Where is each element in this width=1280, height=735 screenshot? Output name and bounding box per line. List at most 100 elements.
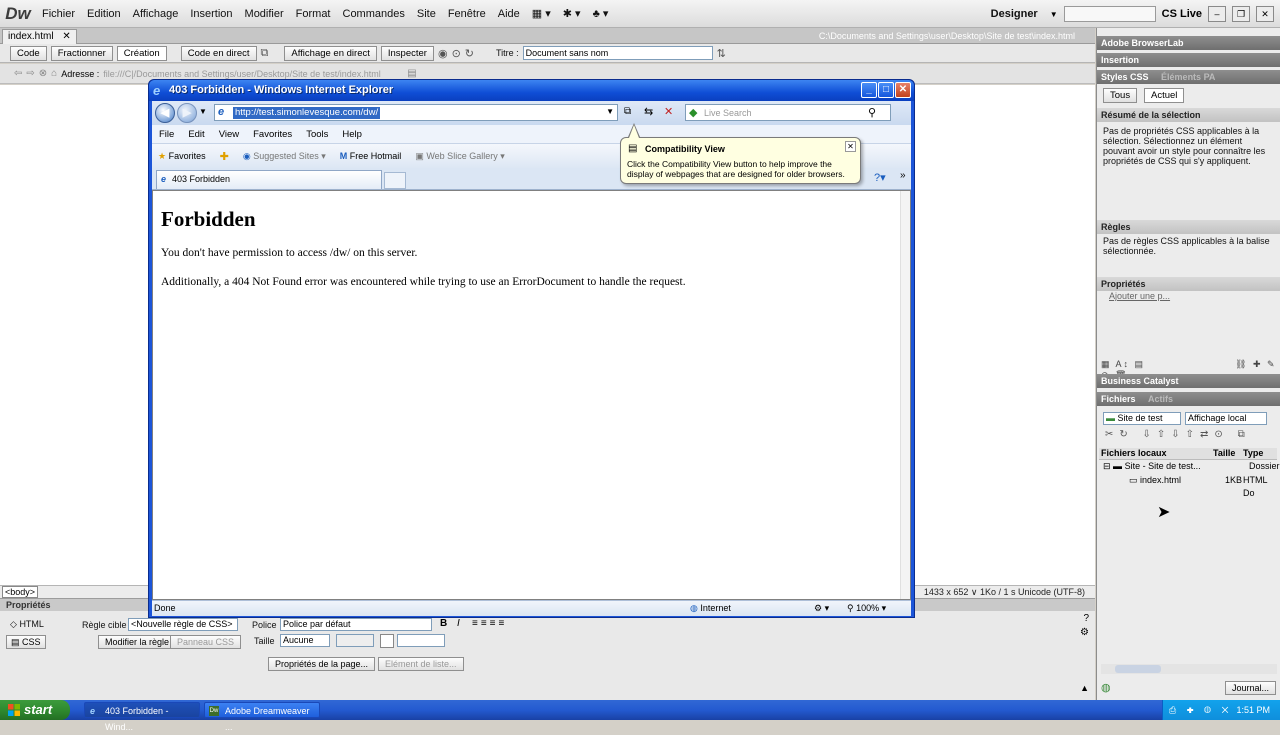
- file-mgmt-icon[interactable]: ⇅: [717, 47, 726, 60]
- target-rule-select[interactable]: <Nouvelle règle de CSS>: [128, 618, 238, 631]
- code-view-button[interactable]: Code: [10, 45, 47, 61]
- refresh-icon[interactable]: ⇆: [644, 105, 653, 118]
- compat-close-icon[interactable]: ✕: [845, 141, 856, 152]
- web-slice-gallery-link[interactable]: ▣ Web Slice Gallery ▾: [415, 151, 504, 162]
- url-dropdown-icon[interactable]: ▼: [606, 107, 614, 116]
- split-view-button[interactable]: Fractionner: [50, 45, 113, 61]
- maximize-icon[interactable]: ❐: [1232, 6, 1250, 22]
- close-icon[interactable]: ✕: [1256, 6, 1274, 22]
- workspace-switcher[interactable]: Designer: [985, 0, 1044, 28]
- menu-fenetre[interactable]: Fenêtre: [442, 0, 492, 28]
- ie-minimize-icon[interactable]: _: [861, 82, 877, 98]
- free-hotmail-link[interactable]: M Free Hotmail: [340, 151, 402, 161]
- list-item-button[interactable]: Elément de liste...: [378, 657, 464, 671]
- files-col-type[interactable]: Type: [1243, 448, 1263, 458]
- add-favorite-icon[interactable]: ✚: [220, 150, 229, 163]
- files-hscrollbar[interactable]: [1101, 664, 1277, 674]
- ie-search-box[interactable]: ◆ Live Search ⚲: [685, 104, 891, 121]
- refresh-files-icon[interactable]: ◍: [1101, 681, 1111, 694]
- edit-rule-button[interactable]: Modifier la règle: [98, 635, 177, 649]
- multiscreen-icon[interactable]: ⧉: [261, 47, 269, 60]
- site-select[interactable]: ▬ Site de test: [1103, 412, 1181, 425]
- close-tab-icon[interactable]: ✕: [62, 31, 70, 42]
- color-swatch[interactable]: [380, 634, 394, 648]
- design-view-button[interactable]: Création: [116, 45, 167, 61]
- bold-icon[interactable]: B: [440, 618, 447, 629]
- start-button[interactable]: start: [0, 700, 70, 720]
- ie-close-icon[interactable]: ✕: [895, 82, 911, 98]
- recent-pages-icon[interactable]: ▼: [199, 107, 207, 116]
- suggested-sites-link[interactable]: ◉ Suggested Sites ▾: [243, 151, 326, 162]
- quick-tag-icon[interactable]: ⚙: [1080, 627, 1089, 638]
- add-property-link[interactable]: Ajouter une p...: [1109, 291, 1170, 301]
- ie-maximize-icon[interactable]: □: [878, 82, 894, 98]
- chevron-down-icon[interactable]: ▼: [1050, 10, 1058, 19]
- protected-mode-icon[interactable]: ⚙ ▾: [814, 603, 829, 614]
- ie-vertical-scrollbar[interactable]: [900, 191, 910, 599]
- check-page-icon[interactable]: ⊙: [452, 47, 461, 60]
- ie-menu-help[interactable]: Help: [342, 129, 362, 140]
- menu-aide[interactable]: Aide: [492, 0, 526, 28]
- layout-icon[interactable]: ▦ ▾: [526, 0, 557, 28]
- css-all-tab[interactable]: Tous: [1103, 88, 1138, 103]
- forward-icon[interactable]: ⇨: [26, 68, 34, 79]
- ie-titlebar[interactable]: e 403 Forbidden - Windows Internet Explo…: [149, 80, 914, 101]
- document-tab[interactable]: index.html ✕: [2, 29, 77, 44]
- more-tools-icon[interactable]: »: [900, 170, 906, 181]
- page-properties-button[interactable]: Propriétés de la page...: [268, 657, 376, 671]
- menu-modifier[interactable]: Modifier: [239, 0, 290, 28]
- task-ie[interactable]: e 403 Forbidden - Wind...: [84, 702, 200, 732]
- tray-icons[interactable]: ⎙ ✚ ◍ ✕: [1169, 705, 1232, 715]
- ie-url-text[interactable]: http://test.simonlevesque.com/dw/: [233, 107, 381, 119]
- scroll-thumb[interactable]: [1115, 665, 1161, 673]
- ie-menu-edit[interactable]: Edit: [188, 129, 204, 140]
- ie-menu-file[interactable]: File: [159, 129, 174, 140]
- color-input[interactable]: [397, 634, 445, 647]
- back-icon[interactable]: ⇦: [14, 68, 22, 79]
- collapse-arrow-icon[interactable]: ▲: [1080, 683, 1089, 693]
- files-tab[interactable]: Fichiers: [1101, 394, 1136, 404]
- insertion-header[interactable]: Insertion: [1097, 53, 1280, 67]
- minimize-icon[interactable]: –: [1208, 6, 1226, 22]
- menu-edition[interactable]: Edition: [81, 0, 127, 28]
- visual-aids-icon[interactable]: ▤: [407, 68, 416, 79]
- back-icon[interactable]: ◀: [155, 103, 175, 123]
- cs-live-button[interactable]: CS Live: [1162, 8, 1202, 20]
- stop-icon[interactable]: ⊗: [39, 68, 47, 79]
- favorites-button[interactable]: ★ Favorites: [158, 151, 206, 162]
- help-icon[interactable]: ?: [1083, 613, 1089, 624]
- task-dreamweaver[interactable]: Dw Adobe Dreamweaver ...: [204, 702, 320, 732]
- menu-insertion[interactable]: Insertion: [184, 0, 238, 28]
- size-unit-select[interactable]: [336, 634, 374, 647]
- files-col-size[interactable]: Taille: [1213, 448, 1235, 458]
- files-row-index[interactable]: ▭ index.html 1KB HTML Do: [1103, 474, 1279, 498]
- preview-globe-icon[interactable]: ◉: [438, 47, 448, 60]
- search-go-icon[interactable]: ⚲: [868, 106, 876, 119]
- files-col-name[interactable]: Fichiers locaux: [1101, 448, 1167, 458]
- menu-site[interactable]: Site: [411, 0, 442, 28]
- files-row-site[interactable]: ⊟ ▬ Site - Site de test... Dossier: [1103, 460, 1280, 473]
- home-icon[interactable]: ⌂: [51, 68, 57, 79]
- size-select[interactable]: Aucune: [280, 634, 330, 647]
- ie-menu-favorites[interactable]: Favorites: [253, 129, 292, 140]
- site-icon[interactable]: ♣ ▾: [587, 0, 615, 28]
- help-search-input[interactable]: [1063, 6, 1156, 22]
- ap-elements-tab[interactable]: Éléments PA: [1161, 72, 1215, 82]
- stop-icon[interactable]: ✕: [664, 105, 673, 118]
- browserlab-header[interactable]: Adobe BrowserLab: [1097, 36, 1280, 50]
- compatibility-view-balloon[interactable]: ▤ Compatibility View ✕ Click the Compati…: [620, 137, 861, 184]
- journal-button[interactable]: Journal...: [1225, 681, 1277, 695]
- html-mode-tab[interactable]: ◇ HTML: [10, 619, 44, 630]
- live-view-button[interactable]: Affichage en direct: [284, 45, 377, 61]
- refresh-icon[interactable]: ↻: [465, 47, 474, 60]
- view-select[interactable]: Affichage local: [1185, 412, 1267, 425]
- extend-icon[interactable]: ✱ ▾: [557, 0, 587, 28]
- menu-format[interactable]: Format: [290, 0, 337, 28]
- ie-tab[interactable]: e 403 Forbidden: [156, 170, 382, 189]
- new-tab-button[interactable]: [384, 172, 406, 189]
- ie-zoom-control[interactable]: ⚲ 100% ▾: [847, 603, 886, 614]
- css-styles-tab[interactable]: Styles CSS: [1101, 72, 1149, 82]
- menu-commandes[interactable]: Commandes: [337, 0, 411, 28]
- ie-menu-tools[interactable]: Tools: [306, 129, 328, 140]
- compatibility-view-icon[interactable]: ⧉: [624, 106, 631, 117]
